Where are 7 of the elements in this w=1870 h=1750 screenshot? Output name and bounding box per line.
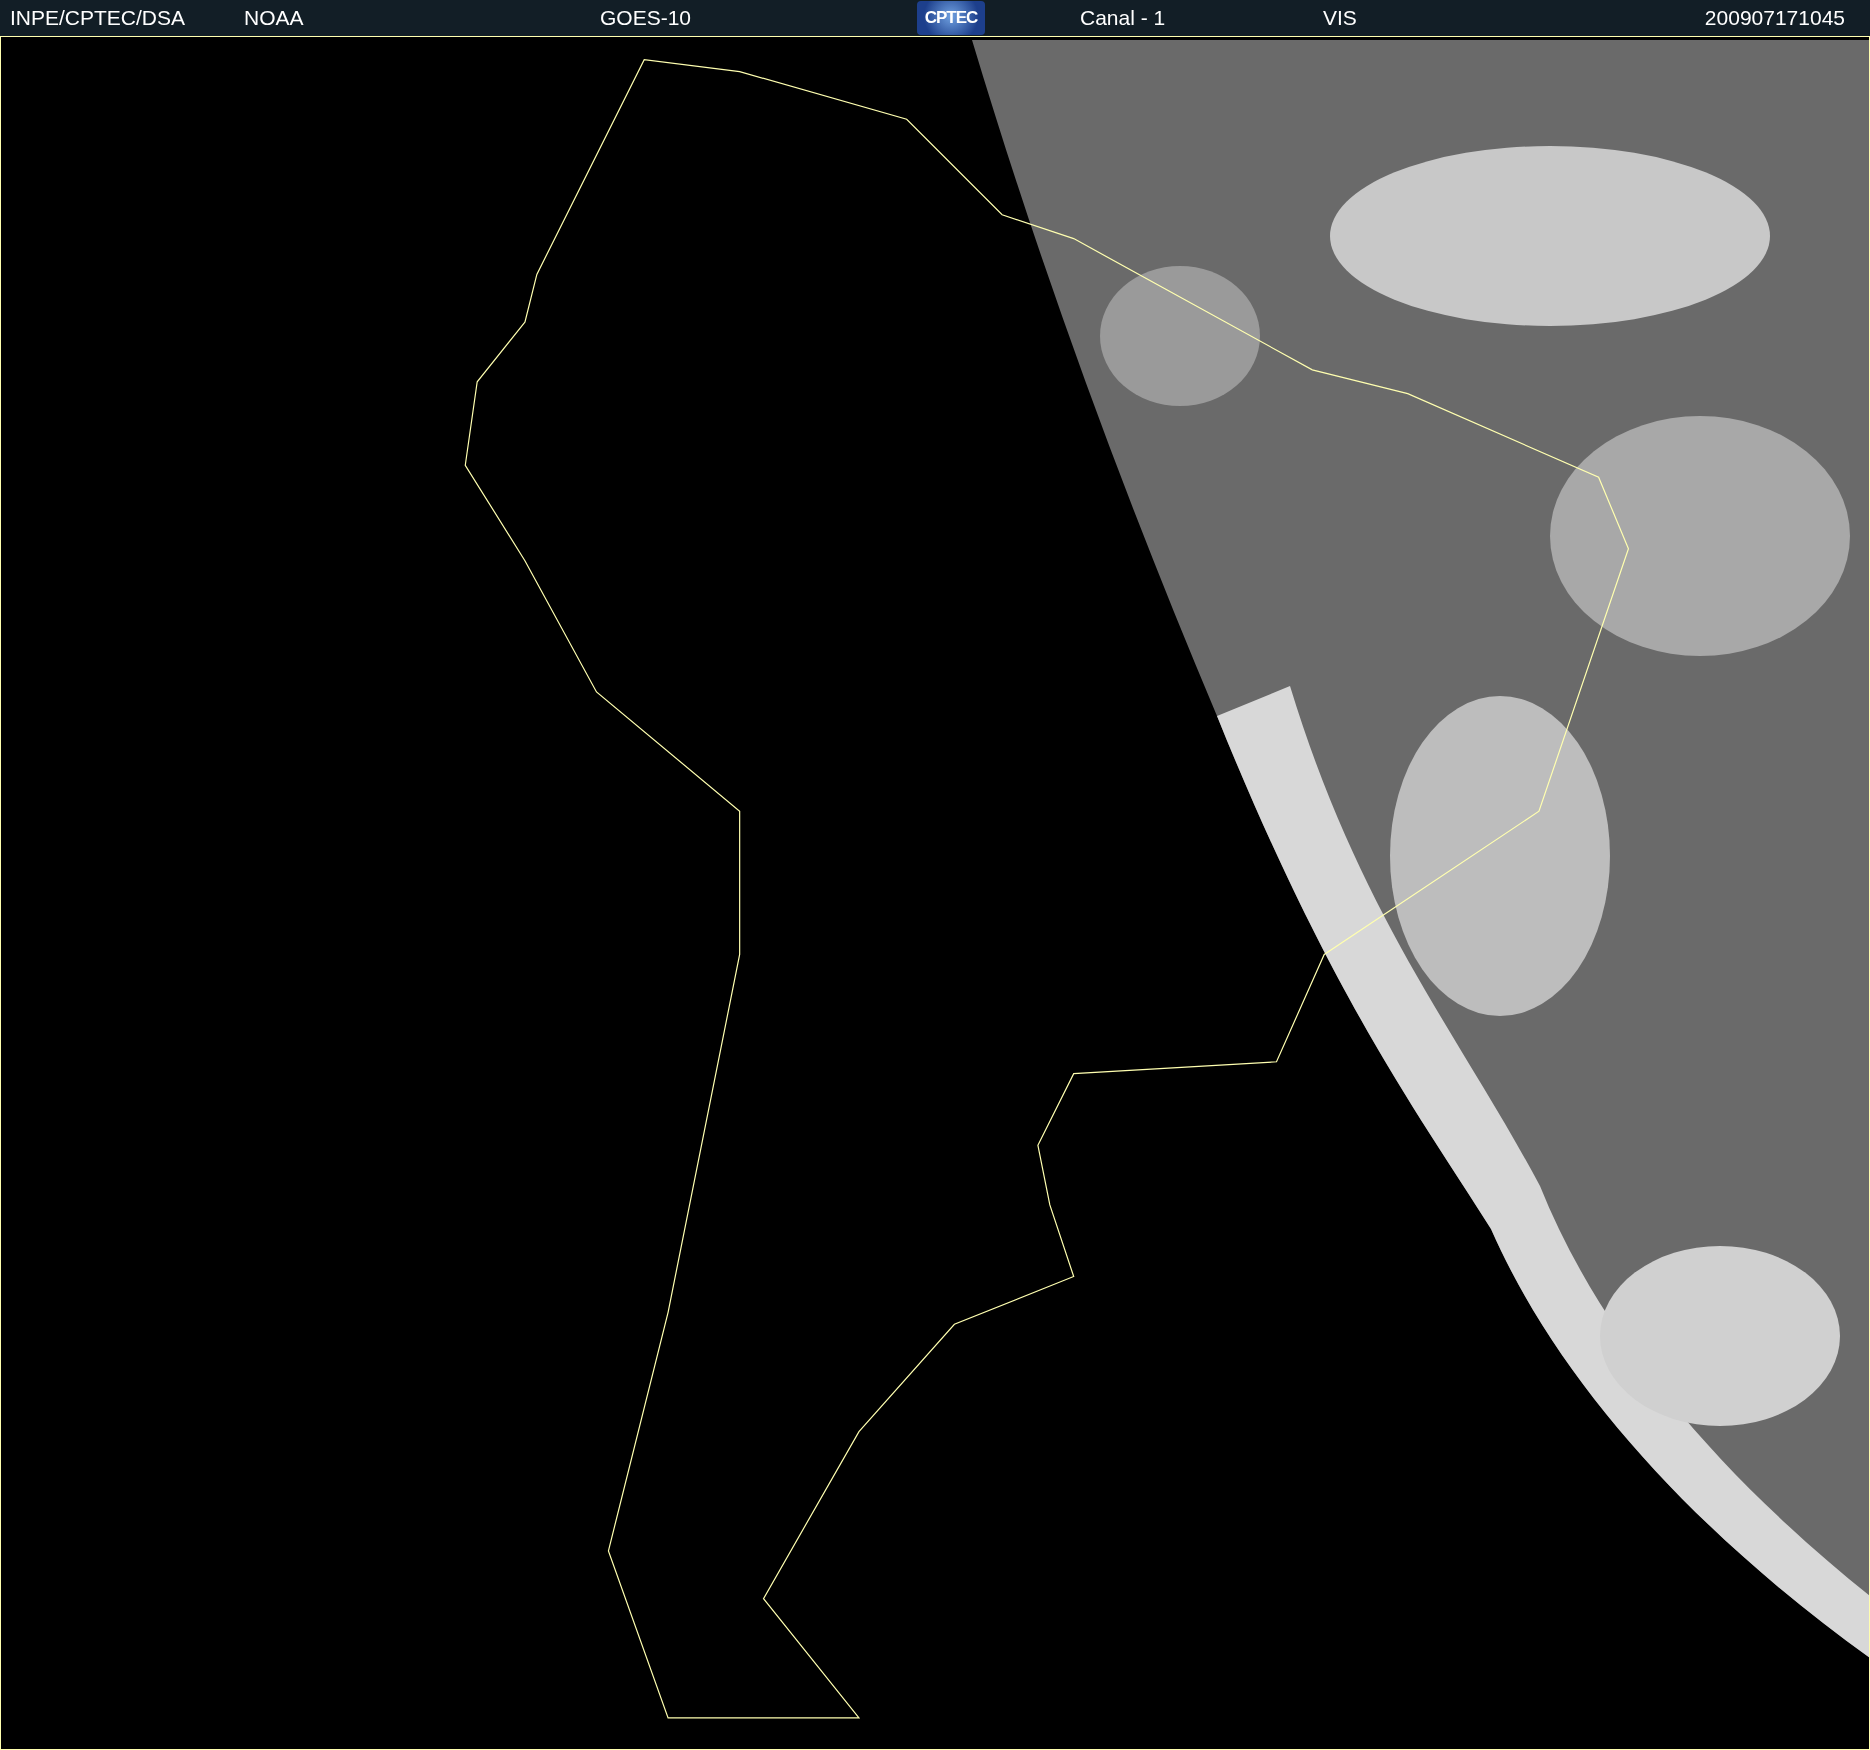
logo: CPTEC (917, 1, 985, 35)
agency-label: NOAA (244, 6, 304, 30)
source-label: INPE/CPTEC/DSA (10, 6, 186, 30)
band-label: VIS (1323, 6, 1357, 30)
satellite-label: GOES-10 (600, 6, 692, 30)
timestamp: 200907171045 (1704, 6, 1845, 30)
channel-label: Canal - 1 (1080, 6, 1166, 30)
